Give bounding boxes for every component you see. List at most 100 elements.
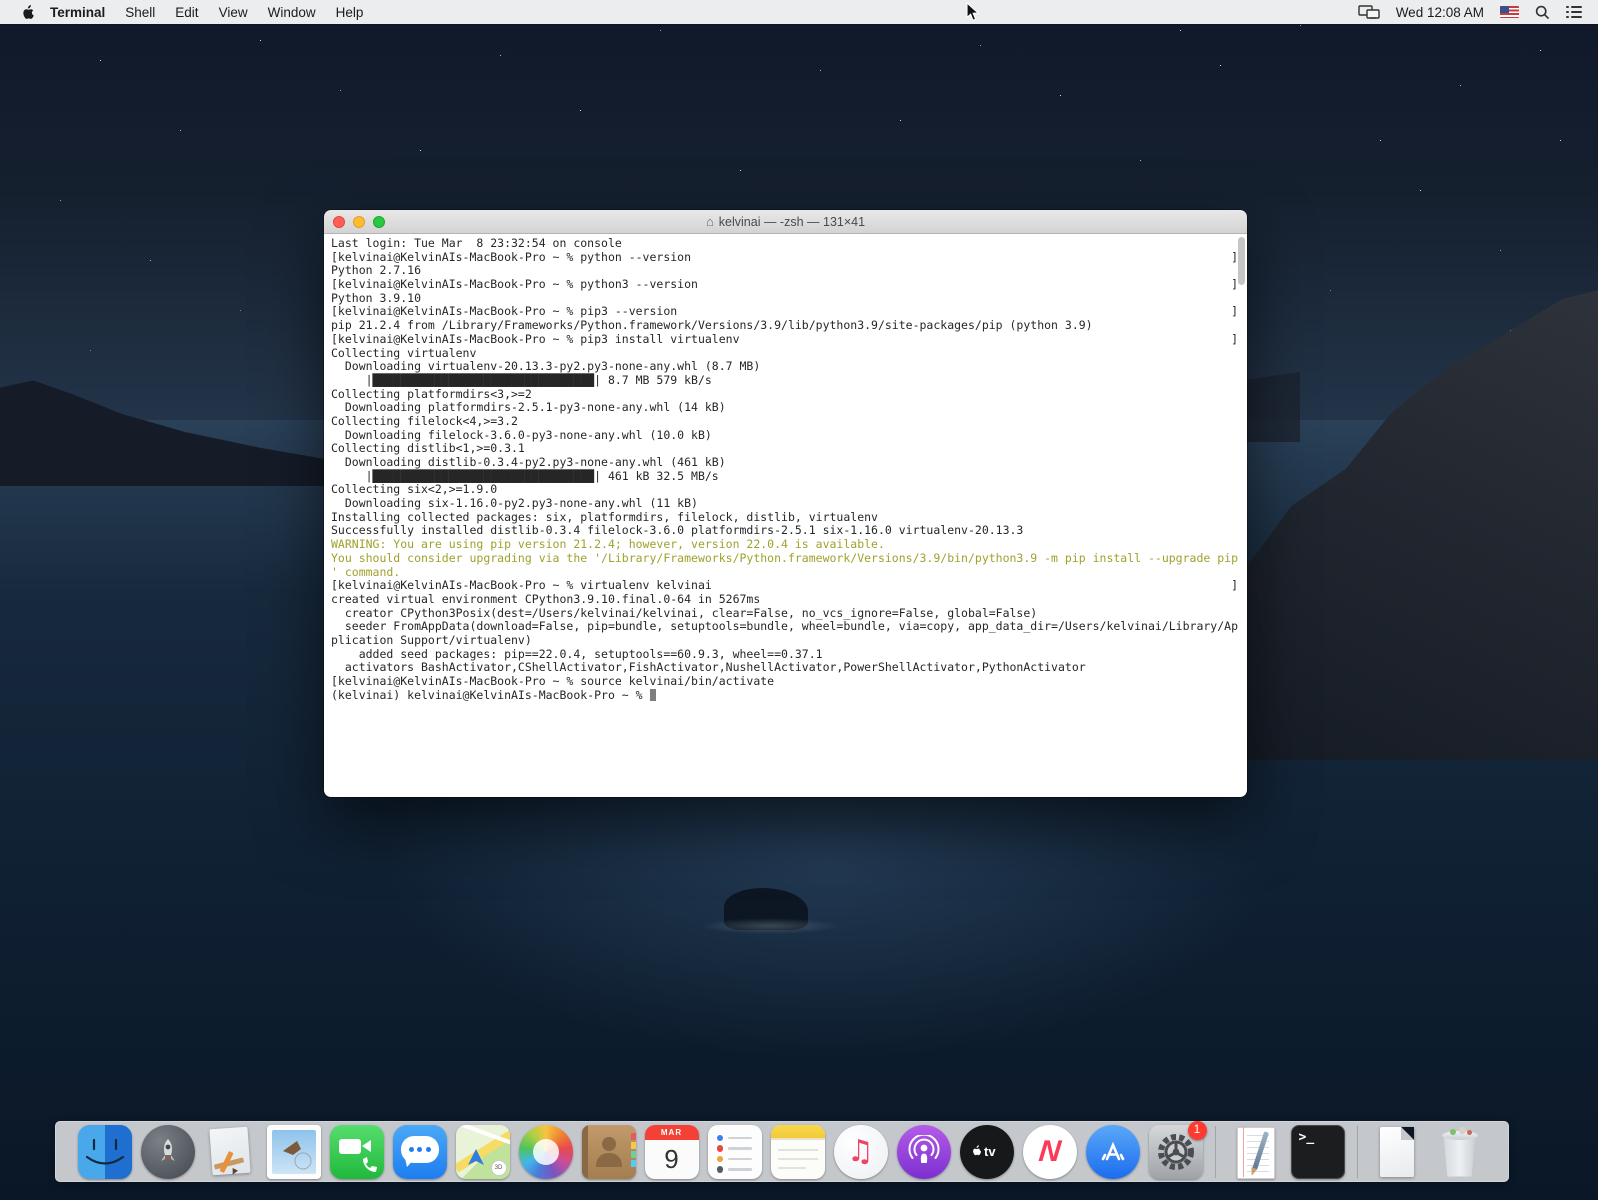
terminal-line: Last login: Tue Mar 8 23:32:54 on consol… (331, 237, 1247, 251)
terminal-line: Successfully installed distlib-0.3.4 fil… (331, 524, 1247, 538)
reminders-icon (708, 1125, 762, 1179)
dock-item-appletv[interactable]: tv (960, 1125, 1014, 1179)
terminal-line: Collecting six<2,>=1.9.0 (331, 483, 1247, 497)
close-button[interactable] (333, 216, 345, 228)
dock-item-launchpad[interactable] (141, 1125, 195, 1179)
notification-badge: 1 (1188, 1121, 1207, 1140)
terminal-line: Python 2.7.16 (331, 264, 1247, 278)
screen-mirroring-icon[interactable] (1354, 5, 1384, 19)
home-folder-icon: ⌂ (706, 215, 714, 228)
dock-item-notes[interactable] (771, 1125, 825, 1179)
mail-icon (267, 1125, 321, 1179)
appletv-icon: tv (960, 1125, 1014, 1179)
terminal-line: [kelvinai@KelvinAIs-MacBook-Pro ~ % pip3… (331, 305, 1247, 319)
generic-app-icon (204, 1125, 258, 1179)
news-icon: N (1023, 1125, 1077, 1179)
dock-item-calendar[interactable]: MAR 9 (645, 1125, 699, 1179)
minimize-button[interactable] (353, 216, 365, 228)
zoom-button[interactable] (373, 216, 385, 228)
trash-icon (1433, 1125, 1487, 1179)
dock-item-messages[interactable] (393, 1125, 447, 1179)
terminal-window: ⌂ kelvinai — -zsh — 131×41 Last login: T… (324, 210, 1247, 797)
music-icon: ♫ (834, 1125, 888, 1179)
facetime-icon (330, 1125, 384, 1179)
dock: 3D MAR 9 ♫ tv N (55, 1121, 1509, 1182)
terminal-line: pip 21.2.4 from /Library/Frameworks/Pyth… (331, 319, 1247, 333)
svg-text:tv: tv (984, 1144, 996, 1159)
dock-item-trash[interactable] (1433, 1125, 1487, 1179)
window-title-group: ⌂ kelvinai — -zsh — 131×41 (706, 215, 865, 229)
dock-item-news[interactable]: N (1023, 1125, 1077, 1179)
dock-item-textedit[interactable] (1228, 1125, 1282, 1179)
terminal-line: WARNING: You are using pip version 21.2.… (331, 538, 1247, 552)
terminal-line: ' command. (331, 566, 1247, 580)
terminal-line: Installing collected packages: six, plat… (331, 511, 1247, 525)
terminal-line: Collecting virtualenv (331, 347, 1247, 361)
dock-item-document[interactable] (1370, 1125, 1424, 1179)
terminal-line: Downloading distlib-0.3.4-py2.py3-none-a… (331, 456, 1247, 470)
terminal-line: You should consider upgrading via the '/… (331, 552, 1247, 566)
menu-item-shell[interactable]: Shell (115, 5, 165, 20)
finder-icon (78, 1125, 132, 1179)
terminal-line: |████████████████████████████████| 461 k… (331, 470, 1247, 484)
dock-item-appstore[interactable] (1086, 1125, 1140, 1179)
menu-app-name[interactable]: Terminal (40, 5, 115, 20)
terminal-titlebar[interactable]: ⌂ kelvinai — -zsh — 131×41 (324, 210, 1247, 234)
dock-item-photos[interactable] (519, 1125, 573, 1179)
menu-bar-left: Terminal ShellEditViewWindowHelp (0, 5, 373, 20)
terminal-line: Downloading platformdirs-2.5.1-py3-none-… (331, 401, 1247, 415)
terminal-line: [kelvinai@KelvinAIs-MacBook-Pro ~ % pip3… (331, 333, 1247, 347)
input-source-flag-icon[interactable] (1496, 6, 1523, 18)
contacts-icon (582, 1125, 636, 1179)
terminal-cursor (650, 689, 657, 701)
menu-clock[interactable]: Wed 12:08 AM (1392, 5, 1488, 20)
menu-bar: Terminal ShellEditViewWindowHelp Wed 12:… (0, 0, 1598, 24)
dock-item-terminal[interactable]: >_ (1291, 1125, 1345, 1179)
terminal-line: |████████████████████████████████| 8.7 M… (331, 374, 1247, 388)
terminal-line: activators BashActivator,CShellActivator… (331, 661, 1247, 675)
menu-item-help[interactable]: Help (326, 5, 374, 20)
terminal-line: Downloading filelock-3.6.0-py3-none-any.… (331, 429, 1247, 443)
terminal-line: [kelvinai@KelvinAIs-MacBook-Pro ~ % pyth… (331, 278, 1247, 292)
document-icon (1370, 1125, 1424, 1179)
terminal-line: [kelvinai@KelvinAIs-MacBook-Pro ~ % virt… (331, 579, 1247, 593)
menu-item-edit[interactable]: Edit (165, 5, 208, 20)
dock-item-contacts[interactable] (582, 1125, 636, 1179)
terminal-icon: >_ (1291, 1125, 1345, 1179)
terminal-line: seeder FromAppData(download=False, pip=b… (331, 620, 1247, 634)
notification-list-icon[interactable] (1562, 6, 1586, 19)
terminal-line: created virtual environment CPython3.9.1… (331, 593, 1247, 607)
appstore-icon (1086, 1125, 1140, 1179)
terminal-line: Collecting distlib<1,>=0.3.1 (331, 442, 1247, 456)
podcasts-icon (897, 1125, 951, 1179)
dock-divider (1357, 1126, 1358, 1178)
dock-item-music[interactable]: ♫ (834, 1125, 888, 1179)
dock-item-maps[interactable]: 3D (456, 1125, 510, 1179)
terminal-line: [kelvinai@KelvinAIs-MacBook-Pro ~ % sour… (331, 675, 1247, 689)
dock-divider (1215, 1126, 1216, 1178)
terminal-line: Python 3.9.10 (331, 292, 1247, 306)
dock-item-finder[interactable] (78, 1125, 132, 1179)
dock-item-reminders[interactable] (708, 1125, 762, 1179)
dock-item-syspref[interactable]: 1 (1149, 1125, 1203, 1179)
spotlight-search-icon[interactable] (1531, 5, 1554, 20)
mouse-cursor (966, 2, 980, 27)
dock-item-mail[interactable] (267, 1125, 321, 1179)
dock-item-generic-app[interactable] (204, 1125, 258, 1179)
menu-item-window[interactable]: Window (258, 5, 326, 20)
menu-items: ShellEditViewWindowHelp (115, 5, 373, 20)
terminal-line: Collecting filelock<4,>=3.2 (331, 415, 1247, 429)
dock-item-podcasts[interactable] (897, 1125, 951, 1179)
menu-bar-status: Wed 12:08 AM (1354, 5, 1598, 20)
scrollbar-thumb[interactable] (1238, 237, 1245, 285)
terminal-line: (kelvinai) kelvinai@KelvinAIs-MacBook-Pr… (331, 689, 1247, 703)
terminal-output[interactable]: Last login: Tue Mar 8 23:32:54 on consol… (324, 234, 1247, 797)
launchpad-icon (141, 1125, 195, 1179)
menu-item-view[interactable]: View (209, 5, 258, 20)
terminal-line: Collecting platformdirs<3,>=2 (331, 388, 1247, 402)
terminal-line: Downloading six-1.16.0-py2.py3-none-any.… (331, 497, 1247, 511)
terminal-line: creator CPython3Posix(dest=/Users/kelvin… (331, 607, 1247, 621)
dock-item-facetime[interactable] (330, 1125, 384, 1179)
notes-icon (771, 1125, 825, 1179)
apple-menu-icon[interactable] (14, 5, 40, 20)
